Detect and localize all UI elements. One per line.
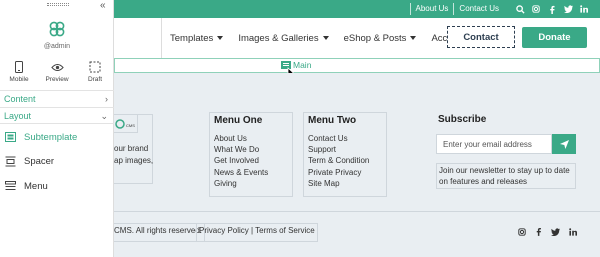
footer-menu-one: Menu One About Us What We Do Get Involve… <box>209 112 293 197</box>
nav-item-label: Images & Galleries <box>238 32 319 44</box>
brand-line: ap images, <box>114 156 154 165</box>
footer-logo: CMS <box>114 115 138 133</box>
instagram-icon[interactable] <box>516 226 527 237</box>
section-layout[interactable]: Layout ⌄ <box>0 107 114 124</box>
brand-line: our brand <box>114 144 149 153</box>
menu-icon <box>4 180 16 192</box>
section-label: Layout <box>4 110 32 121</box>
footer-link[interactable]: News & Events <box>214 167 288 178</box>
footer-link[interactable]: Get Involved <box>214 155 288 166</box>
block-label: Subtemplate <box>24 131 78 143</box>
twitter-icon[interactable] <box>550 226 561 237</box>
twitter-icon[interactable] <box>560 1 576 17</box>
block-spacer[interactable]: Spacer <box>4 155 54 167</box>
caret-down-icon <box>410 36 417 40</box>
mode-label: Mobile <box>9 76 29 83</box>
subscribe-button[interactable] <box>552 134 576 154</box>
caret-down-icon <box>322 36 329 40</box>
nav-item-label: eShop & Posts <box>343 32 407 44</box>
top-link-about[interactable]: About Us <box>409 3 454 15</box>
footer-brand-text: our brand ap images, <box>114 143 153 167</box>
contact-button[interactable]: Contact <box>447 26 515 48</box>
draft-icon <box>88 60 102 74</box>
mode-preview[interactable]: Preview <box>38 60 76 88</box>
nav-item-label: Templates <box>170 32 214 44</box>
block-label: Menu <box>24 180 48 192</box>
mode-label: Preview <box>45 76 69 83</box>
facebook-icon[interactable] <box>544 1 560 17</box>
menu-two-title: Menu Two <box>308 115 357 126</box>
footer-link[interactable]: Giving <box>214 178 288 189</box>
drag-handle[interactable] <box>47 3 69 6</box>
subscribe-title: Subscribe <box>438 114 487 125</box>
instagram-icon[interactable] <box>528 1 544 17</box>
facebook-icon[interactable] <box>533 226 544 237</box>
caret-down-icon <box>217 36 224 40</box>
footer-menu-two: Menu Two Contact Us Support Term & Condi… <box>303 112 387 197</box>
mobile-icon <box>12 60 26 74</box>
linkedin-icon[interactable] <box>576 1 592 17</box>
top-bar: About Us Contact Us <box>114 0 600 18</box>
main-drop-zone[interactable]: Main <box>114 58 600 81</box>
top-links: About Us Contact Us <box>409 0 600 18</box>
chevron-right-icon: › <box>105 94 108 104</box>
svg-text:CMS: CMS <box>126 123 135 128</box>
email-input[interactable]: Enter your email address <box>436 134 552 154</box>
spacer-icon <box>4 155 16 167</box>
block-label: Spacer <box>24 155 55 167</box>
send-icon <box>559 139 569 149</box>
subtemplate-icon <box>4 131 16 143</box>
subscribe-form: Enter your email address <box>436 134 576 154</box>
chevron-down-icon: ⌄ <box>100 111 108 121</box>
site-logo-area[interactable] <box>114 18 162 58</box>
mode-mobile[interactable]: Mobile <box>0 60 38 88</box>
footer: CMS our brand ap images, Menu One About … <box>114 73 600 257</box>
donate-button[interactable]: Donate <box>522 27 587 48</box>
footer-link[interactable]: Contact Us <box>308 133 382 144</box>
panel-header: « <box>0 0 114 12</box>
collapse-panel-icon[interactable]: « <box>100 1 106 11</box>
subscribe-note: Join our newsletter to stay up to date o… <box>436 163 576 189</box>
app-logo-icon <box>49 21 65 37</box>
builder-panel: « @admin Mobile Preview Draft Content › … <box>0 0 114 257</box>
copyright-text: CMS. All rights reserved. <box>114 223 206 242</box>
footer-link[interactable]: Private Privacy <box>308 167 382 178</box>
footer-link[interactable]: Term & Condition <box>308 155 382 166</box>
footer-divider <box>114 211 600 212</box>
search-icon[interactable] <box>512 1 528 17</box>
footer-link[interactable]: Site Map <box>308 178 382 189</box>
mode-draft[interactable]: Draft <box>76 60 114 88</box>
nav-item-images-galleries[interactable]: Images & Galleries <box>238 32 329 44</box>
view-modes: Mobile Preview Draft <box>0 60 114 88</box>
nav-item-eshop-posts[interactable]: eShop & Posts <box>344 33 417 44</box>
policy-links[interactable]: Privacy Policy | Terms of Service <box>196 223 318 242</box>
nav-menu: Templates Images & Galleries eShop & Pos… <box>170 18 491 58</box>
block-menu[interactable]: Menu <box>4 180 48 192</box>
top-social-icons <box>512 1 592 17</box>
mode-label: Draft <box>87 76 103 83</box>
linkedin-icon[interactable] <box>567 226 578 237</box>
footer-brand-column: CMS our brand ap images, <box>114 114 153 184</box>
menu-one-title: Menu One <box>214 115 263 126</box>
block-subtemplate[interactable]: Subtemplate <box>4 131 77 143</box>
footer-link[interactable]: About Us <box>214 133 288 144</box>
footer-link[interactable]: What We Do <box>214 144 288 155</box>
section-content[interactable]: Content › <box>0 90 114 107</box>
main-nav: Templates Images & Galleries eShop & Pos… <box>114 18 600 58</box>
eye-icon <box>50 60 64 74</box>
nav-item-templates[interactable]: Templates <box>170 32 224 44</box>
user-name: @admin <box>43 43 71 50</box>
section-label: Content <box>4 94 36 104</box>
footer-link[interactable]: Support <box>308 144 382 155</box>
footer-social-icons <box>516 226 578 237</box>
top-link-contact[interactable]: Contact Us <box>453 3 504 15</box>
